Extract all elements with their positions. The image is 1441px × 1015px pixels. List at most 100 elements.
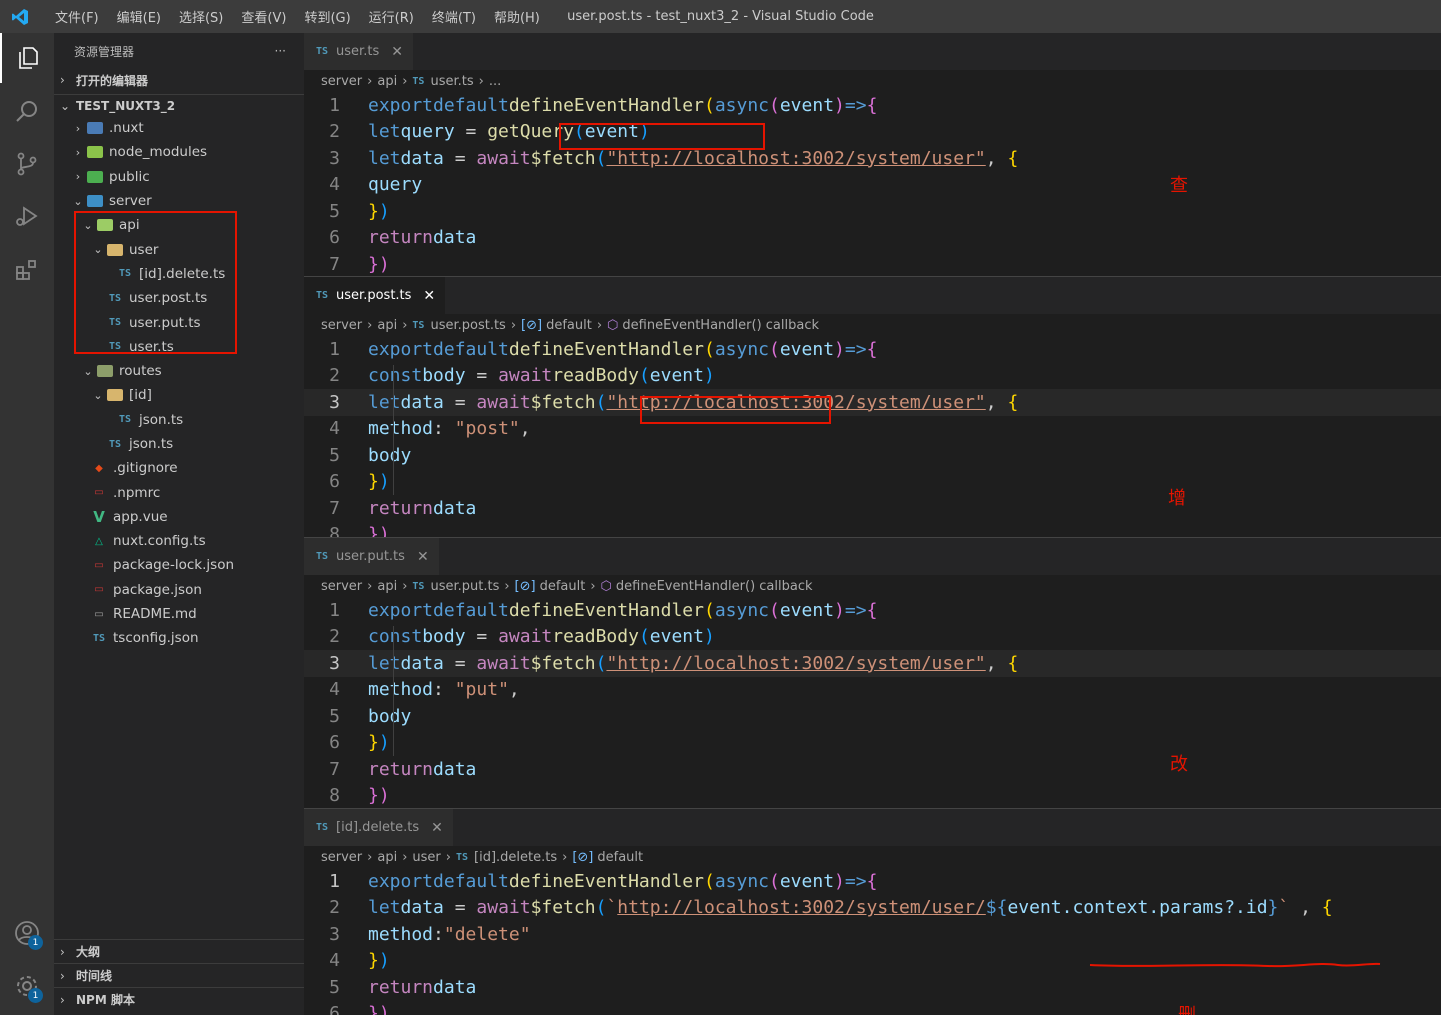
explorer-title: 资源管理器 (74, 44, 135, 59)
breadcrumb-item[interactable]: api (377, 318, 397, 333)
breadcrumb-item[interactable]: api (377, 74, 397, 89)
breadcrumb-item[interactable]: defineEventHandler() callback (616, 579, 813, 594)
timeline-label: 时间线 (76, 969, 113, 983)
settings-gear-icon[interactable]: 1 (0, 961, 54, 1011)
breadcrumb-item[interactable]: default (546, 318, 592, 333)
tree-item-gitignore[interactable]: ◆ .gitignore (54, 456, 304, 480)
npm-scripts-section[interactable]: › NPM 脚本 (54, 987, 304, 1011)
highlight-box (640, 396, 831, 424)
tree-label: package.json (113, 581, 202, 598)
typescript-file-icon: TS (118, 414, 132, 426)
breadcrumb-item[interactable]: server (321, 318, 362, 333)
extensions-icon[interactable] (0, 245, 54, 295)
breadcrumb-item[interactable]: default (540, 579, 586, 594)
breadcrumb: server › api › user › TS [id].delete.ts › [⊘]… (321, 849, 644, 865)
tree-item-app-vue[interactable]: Vapp.vue (54, 505, 304, 529)
breadcrumb-item[interactable]: user.ts (430, 74, 473, 89)
tree-item-package-json[interactable]: ▭ package.json (54, 578, 304, 602)
breadcrumb: server › api › TS user.post.ts › [⊘] default ›… (321, 317, 820, 333)
explorer-sidebar: 资源管理器 ··· › 打开的编辑器 ⌄ TEST_NUXT3_2 › .nuxt ›… (54, 33, 304, 1015)
chevron-right-icon: › (60, 944, 65, 959)
breadcrumb-item[interactable]: user.post.ts (430, 318, 505, 333)
breadcrumb-item[interactable]: api (377, 579, 397, 594)
breadcrumb-item[interactable]: user (412, 850, 440, 865)
tree-item-routes[interactable]: ⌄ routes (54, 359, 304, 383)
menu-bar: 文件(F) 编辑(E) 选择(S) 查看(V) 转到(G) 运行(R) 终端(T… (46, 7, 549, 26)
file-tree: › .nuxt › node_modules › public ⌄ server ⌄ ap… (54, 116, 304, 651)
project-section[interactable]: ⌄ TEST_NUXT3_2 (54, 94, 304, 116)
menu-terminal[interactable]: 终端(T) (423, 7, 485, 26)
tree-label: app.vue (113, 508, 168, 525)
timeline-section[interactable]: › 时间线 (54, 963, 304, 987)
menu-file[interactable]: 文件(F) (46, 7, 108, 26)
close-icon[interactable]: ✕ (391, 44, 403, 60)
tree-label: node_modules (109, 144, 208, 161)
tab-id-delete-ts[interactable]: TS [id].delete.ts ✕ (304, 809, 453, 846)
tree-label: json.ts (129, 436, 174, 452)
tree-label: README.md (113, 606, 197, 623)
tree-item-json-ts-nested[interactable]: TS json.ts (54, 408, 304, 432)
tree-item-node-modules[interactable]: › node_modules (54, 140, 304, 164)
typescript-file-icon: TS (316, 822, 329, 833)
chevron-right-icon: › (60, 968, 65, 983)
tab-bar: TS user.ts ✕ (304, 33, 1441, 70)
variable-icon: [⊘] (514, 578, 536, 594)
annotation-update: 改 (1170, 754, 1188, 775)
menu-help[interactable]: 帮助(H) (485, 7, 549, 26)
folder-icon (86, 120, 104, 136)
markdown-icon: ▭ (94, 608, 104, 620)
source-control-icon[interactable] (0, 139, 54, 189)
chevron-down-icon: ⌄ (83, 364, 93, 378)
folder-icon (86, 144, 104, 160)
close-icon[interactable]: ✕ (417, 549, 429, 565)
tree-item-nuxt[interactable]: › .nuxt (54, 116, 304, 140)
tree-item-package-lock[interactable]: ▭ package-lock.json (54, 553, 304, 577)
explorer-icon[interactable] (0, 33, 54, 83)
search-icon[interactable] (0, 87, 54, 137)
tab-label: user.put.ts (336, 549, 405, 564)
breadcrumb-item[interactable]: [id].delete.ts (474, 850, 557, 865)
tab-user-post-ts[interactable]: TS user.post.ts ✕ (304, 277, 446, 314)
menu-selection[interactable]: 选择(S) (170, 7, 232, 26)
tree-item-npmrc[interactable]: ▭ .npmrc (54, 480, 304, 504)
more-actions-icon[interactable]: ··· (275, 44, 286, 58)
breadcrumb-item[interactable]: api (377, 850, 397, 865)
code-editor[interactable]: 1 export default defineEventHandler( asyn… (304, 868, 1441, 1015)
tab-user-ts[interactable]: TS user.ts ✕ (304, 33, 413, 70)
tree-label: tsconfig.json (113, 630, 199, 647)
chevron-down-icon: ⌄ (73, 194, 83, 208)
breadcrumb-item[interactable]: default (597, 850, 643, 865)
tree-item-readme[interactable]: ▭ README.md (54, 602, 304, 626)
open-editors-section[interactable]: › 打开的编辑器 (54, 69, 304, 91)
breadcrumb-item[interactable]: server (321, 74, 362, 89)
code-editor[interactable]: 1 export default defineEventHandler( asyn… (304, 597, 1441, 808)
tab-label: [id].delete.ts (336, 820, 420, 835)
breadcrumb-item[interactable]: defineEventHandler() callback (622, 318, 819, 333)
breadcrumb-item[interactable]: server (321, 579, 362, 594)
menu-run[interactable]: 运行(R) (360, 7, 423, 26)
tab-bar: TS user.post.ts ✕ (304, 277, 1441, 314)
red-underline-annotation (1089, 962, 1381, 968)
tree-label: nuxt.config.ts (113, 533, 206, 550)
tree-item-nuxt-config[interactable]: △ nuxt.config.ts (54, 529, 304, 553)
breadcrumb-item[interactable]: server (321, 850, 362, 865)
tab-user-put-ts[interactable]: TS user.put.ts ✕ (304, 538, 439, 575)
code-editor[interactable]: 1 export default defineEventHandler( asyn… (304, 92, 1441, 276)
tree-item-tsconfig[interactable]: TS tsconfig.json (54, 626, 304, 650)
code-editor[interactable]: 1 export default defineEventHandler( asyn… (304, 336, 1441, 537)
menu-go[interactable]: 转到(G) (295, 7, 359, 26)
close-icon[interactable]: ✕ (431, 820, 443, 836)
tree-item-server[interactable]: ⌄ server (54, 189, 304, 213)
tree-item-id-folder[interactable]: ⌄ [id] (54, 383, 304, 407)
tree-item-json-ts[interactable]: TS json.ts (54, 432, 304, 456)
typescript-file-icon: TS (316, 290, 329, 301)
account-icon[interactable]: 1 (0, 908, 54, 958)
menu-edit[interactable]: 编辑(E) (108, 7, 170, 26)
breadcrumb-item[interactable]: ... (489, 74, 501, 89)
breadcrumb-item[interactable]: user.put.ts (430, 579, 499, 594)
outline-section[interactable]: › 大纲 (54, 939, 304, 963)
close-icon[interactable]: ✕ (423, 288, 435, 304)
run-debug-icon[interactable] (0, 191, 54, 241)
menu-view[interactable]: 查看(V) (232, 7, 295, 26)
tree-item-public[interactable]: › public (54, 165, 304, 189)
